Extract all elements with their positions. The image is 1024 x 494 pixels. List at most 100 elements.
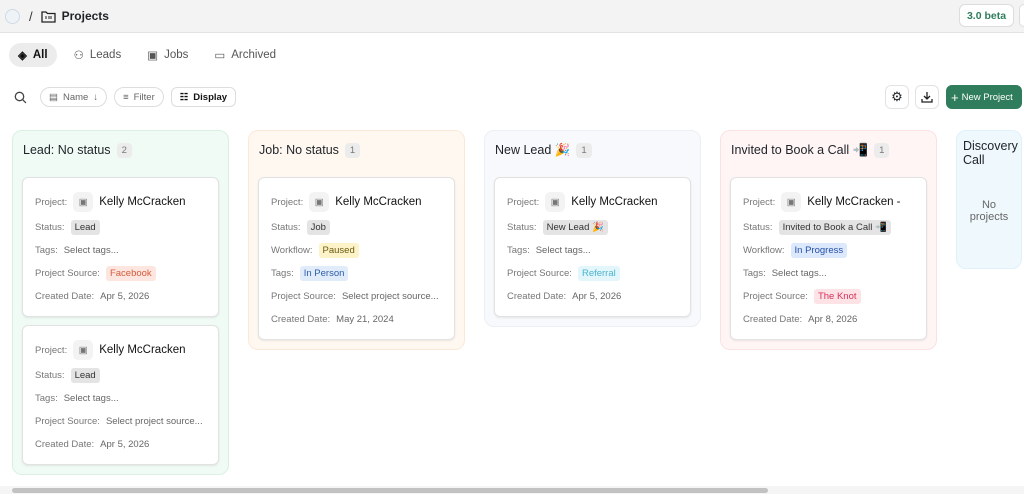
tab-leads[interactable]: ⚇ Leads — [65, 43, 131, 67]
search-icon[interactable] — [14, 91, 27, 104]
column-title: Lead: No status — [23, 143, 111, 157]
field-value[interactable]: In Progress — [790, 243, 848, 258]
field-label: Tags: — [271, 268, 294, 279]
new-project-button[interactable]: + New Project — [946, 85, 1022, 109]
project-card[interactable]: Project: ▣ Kelly McCracken Status: Job Workfl… — [258, 177, 455, 340]
field-value[interactable]: New Lead 🎉 — [542, 220, 608, 235]
board-column: Invited to Book a Call 📲 1 Project: ▣ Kelly… — [720, 130, 937, 350]
project-card[interactable]: Project: ▣ Kelly McCracken - Status: Invited… — [730, 177, 927, 340]
card-field: Tags: In Person — [271, 262, 442, 285]
field-value[interactable]: The Knot — [813, 289, 861, 304]
tab-label: All — [32, 49, 48, 61]
field-value[interactable]: May 21, 2024 — [336, 314, 394, 325]
field-value[interactable]: Apr 5, 2026 — [100, 291, 149, 302]
toolbar: ▤ Name ↓ ≡ Filter ☷ Display — [14, 87, 237, 107]
column-count: 1 — [874, 142, 890, 158]
field-value[interactable]: Select project source... — [342, 291, 439, 302]
field-value[interactable]: Lead — [70, 220, 100, 235]
folder-icon: ▣ — [309, 192, 330, 212]
field-value[interactable]: Paused — [318, 243, 359, 258]
project-card[interactable]: Project: ▣ Kelly McCracken Status: Lead Tags:… — [22, 177, 219, 317]
card-field: Project Source: Select project source... — [271, 285, 442, 308]
field-label: Tags: — [35, 245, 58, 256]
field-value[interactable]: Select tags... — [772, 268, 827, 279]
column-header: Job: No status 1 — [258, 131, 455, 169]
new-project-label: New Project — [961, 91, 1013, 103]
field-value[interactable]: Apr 8, 2026 — [808, 314, 857, 325]
field-value[interactable]: Select tags... — [536, 245, 591, 256]
gear-icon: ⚙ — [891, 89, 903, 104]
column-header: Invited to Book a Call 📲 1 — [730, 131, 927, 169]
field-value[interactable]: Lead — [70, 368, 100, 383]
layers-icon: ◈ — [18, 50, 27, 62]
horizontal-scrollbar[interactable] — [0, 486, 1024, 494]
sort-name-button[interactable]: ▤ Name ↓ — [40, 87, 108, 107]
card-field: Status: Lead — [35, 364, 206, 387]
card-field: Created Date: Apr 8, 2026 — [743, 308, 914, 331]
scrollbar-thumb[interactable] — [12, 488, 768, 493]
card-field: Project Source: The Knot — [743, 285, 914, 308]
folder-icon — [40, 10, 56, 23]
project-name[interactable]: Kelly McCracken - — [807, 196, 900, 208]
project-name[interactable]: Kelly McCracken — [335, 196, 421, 208]
folder-icon: ▣ — [73, 340, 94, 360]
field-value[interactable]: Facebook — [105, 266, 156, 281]
tab-all[interactable]: ◈ All — [9, 43, 57, 67]
field-value[interactable]: Job — [306, 220, 330, 235]
tab-label: Jobs — [164, 49, 189, 61]
field-value[interactable]: In Person — [299, 266, 349, 281]
board-column: Discovery Call No projects — [956, 130, 1022, 269]
kanban-board: Lead: No status 2 Project: ▣ Kelly McCracke… — [12, 130, 1022, 475]
header-button[interactable] — [1019, 4, 1024, 27]
column-count: 1 — [576, 142, 592, 158]
version-badge[interactable]: 3.0 beta — [959, 4, 1014, 27]
column-header: Discovery Call — [962, 131, 1018, 169]
display-label: Display — [193, 91, 228, 103]
field-value[interactable]: Apr 5, 2026 — [572, 291, 621, 302]
breadcrumb-separator: / — [29, 8, 33, 24]
download-button[interactable] — [915, 85, 939, 109]
card-field: Tags: Select tags... — [743, 262, 914, 285]
tab-archived[interactable]: ▭ Archived — [205, 43, 285, 67]
field-value[interactable]: Referral — [577, 266, 620, 281]
field-label: Tags: — [743, 268, 766, 279]
field-value[interactable]: Select tags... — [64, 245, 119, 256]
card-field: Project Source: Select project source... — [35, 410, 206, 433]
filter-button[interactable]: ≡ Filter — [114, 87, 164, 107]
project-name[interactable]: Kelly McCracken — [571, 196, 657, 208]
app-logo[interactable] — [5, 8, 20, 24]
field-label: Created Date: — [35, 439, 95, 450]
field-label: Status: — [35, 222, 65, 233]
tab-jobs[interactable]: ▣ Jobs — [138, 43, 197, 67]
project-name[interactable]: Kelly McCracken — [99, 344, 185, 356]
card-field: Created Date: Apr 5, 2026 — [35, 285, 206, 308]
card-field: Created Date: Apr 5, 2026 — [35, 433, 206, 456]
card-field: Status: New Lead 🎉 — [507, 216, 678, 239]
breadcrumb: Projects — [40, 9, 109, 23]
field-value[interactable]: Select tags... — [64, 393, 119, 404]
user-plus-icon: ⚇ — [73, 50, 84, 62]
project-card[interactable]: Project: ▣ Kelly McCracken Status: New Lead … — [494, 177, 691, 317]
settings-button[interactable]: ⚙ — [885, 85, 909, 109]
field-label: Project Source: — [507, 268, 572, 279]
board-column: Job: No status 1 Project: ▣ Kelly McCracken… — [248, 130, 465, 350]
field-label: Created Date: — [743, 314, 803, 325]
field-value[interactable]: Invited to Book a Call 📲 — [778, 220, 891, 235]
field-label: Project Source: — [35, 416, 100, 427]
field-label: Status: — [743, 222, 773, 233]
tab-label: Leads — [89, 49, 122, 61]
field-label: Created Date: — [35, 291, 95, 302]
field-label: Project: — [271, 196, 304, 208]
card-field: Tags: Select tags... — [35, 387, 206, 410]
card-field: Status: Job — [271, 216, 442, 239]
project-name[interactable]: Kelly McCracken — [99, 196, 185, 208]
field-label: Project Source: — [35, 268, 100, 279]
field-value[interactable]: Select project source... — [106, 416, 203, 427]
display-button[interactable]: ☷ Display — [170, 87, 237, 107]
card-field: Project Source: Referral — [507, 262, 678, 285]
card-field: Created Date: May 21, 2024 — [271, 308, 442, 331]
field-value[interactable]: Apr 5, 2026 — [100, 439, 149, 450]
field-label: Project: — [743, 196, 776, 208]
project-card[interactable]: Project: ▣ Kelly McCracken Status: Lead Tags:… — [22, 325, 219, 465]
board-column: New Lead 🎉 1 Project: ▣ Kelly McCracken Stat… — [484, 130, 701, 327]
